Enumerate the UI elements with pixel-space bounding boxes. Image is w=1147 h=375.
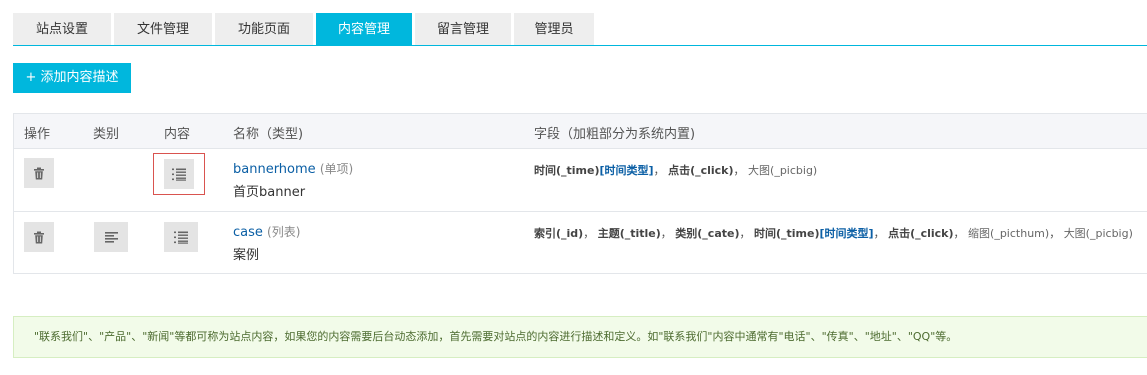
header-fields: 字段（加粗部分为系统内置) (534, 127, 696, 142)
tab-file-management[interactable]: 文件管理 (114, 13, 212, 45)
field-separator: ， (653, 164, 665, 177)
content-name-link[interactable]: case (233, 225, 263, 240)
row-name: bannerhome (单项) (233, 160, 353, 177)
row-fields: 时间(_time)[时间类型]， 点击(_click)， 大图(_picbig) (534, 162, 817, 178)
field-separator: ， (660, 227, 672, 240)
header-action: 操作 (24, 127, 51, 142)
content-list-button[interactable] (164, 222, 198, 252)
content-list-button[interactable] (164, 159, 194, 189)
tab-administrators[interactable]: 管理员 (514, 13, 594, 45)
field-separator: ， (583, 227, 595, 240)
field-strong: 点击(_click) (888, 227, 954, 240)
add-content-description-button[interactable]: + 添加内容描述 (13, 63, 131, 93)
field-plain: 缩图(_picthum) (968, 227, 1050, 240)
field-separator: ， (739, 227, 751, 240)
align-left-icon (104, 231, 118, 243)
category-button[interactable] (94, 222, 128, 252)
field-plain: 大图(_picbig) (748, 164, 818, 177)
content-table: 操作 类别 内容 名称（类型) 字段（加粗部分为系统内置) bannerhome… (13, 113, 1147, 274)
trash-icon (34, 167, 44, 179)
field-strong: 类别(_cate) (675, 227, 740, 240)
field-separator: ， (733, 164, 745, 177)
table-header: 操作 类别 内容 名称（类型) 字段（加粗部分为系统内置) (14, 114, 1147, 149)
field-strong: 时间(_time) (534, 164, 600, 177)
field-strong: 索引(_id) (534, 227, 584, 240)
delete-button[interactable] (24, 158, 54, 188)
tab-message-management[interactable]: 留言管理 (415, 13, 511, 45)
info-notice: "联系我们"、"产品"、"新闻"等都可称为站点内容，如果您的内容需要后台动态添加… (13, 316, 1147, 358)
field-type: [时间类型] (819, 227, 874, 240)
tab-underline (13, 45, 1147, 46)
content-type-label: (列表) (267, 225, 301, 239)
field-separator: ， (953, 227, 965, 240)
table-row: case (列表) 案例 索引(_id)， 主题(_title)， 类别(_ca… (14, 212, 1147, 275)
row-description: 案例 (233, 248, 260, 263)
ordered-list-icon (174, 231, 188, 244)
field-strong: 点击(_click) (668, 164, 734, 177)
field-separator: ， (873, 227, 885, 240)
field-strong: 时间(_time) (754, 227, 820, 240)
tab-site-settings[interactable]: 站点设置 (13, 13, 111, 45)
trash-icon (34, 231, 44, 243)
content-type-label: (单项) (319, 162, 354, 176)
field-strong: 主题(_title) (597, 227, 661, 240)
table-row: bannerhome (单项) 首页banner 时间(_time)[时间类型]… (14, 148, 1147, 212)
row-fields: 索引(_id)， 主题(_title)， 类别(_cate)， 时间(_time… (534, 225, 1133, 241)
row-name: case (列表) (233, 223, 300, 240)
tab-content-management[interactable]: 内容管理 (316, 13, 412, 45)
field-plain: 大图(_picbig) (1063, 227, 1133, 240)
header-name: 名称（类型) (233, 127, 304, 142)
ordered-list-icon (172, 168, 186, 181)
header-category: 类别 (93, 127, 120, 142)
field-separator: ， (1049, 227, 1061, 240)
tab-bar: 站点设置 文件管理 功能页面 内容管理 留言管理 管理员 (13, 13, 597, 45)
field-type: [时间类型] (599, 164, 654, 177)
header-content: 内容 (164, 127, 191, 142)
tab-feature-pages[interactable]: 功能页面 (215, 13, 313, 45)
delete-button[interactable] (24, 222, 54, 252)
row-description: 首页banner (233, 185, 306, 200)
content-name-link[interactable]: bannerhome (233, 162, 316, 177)
